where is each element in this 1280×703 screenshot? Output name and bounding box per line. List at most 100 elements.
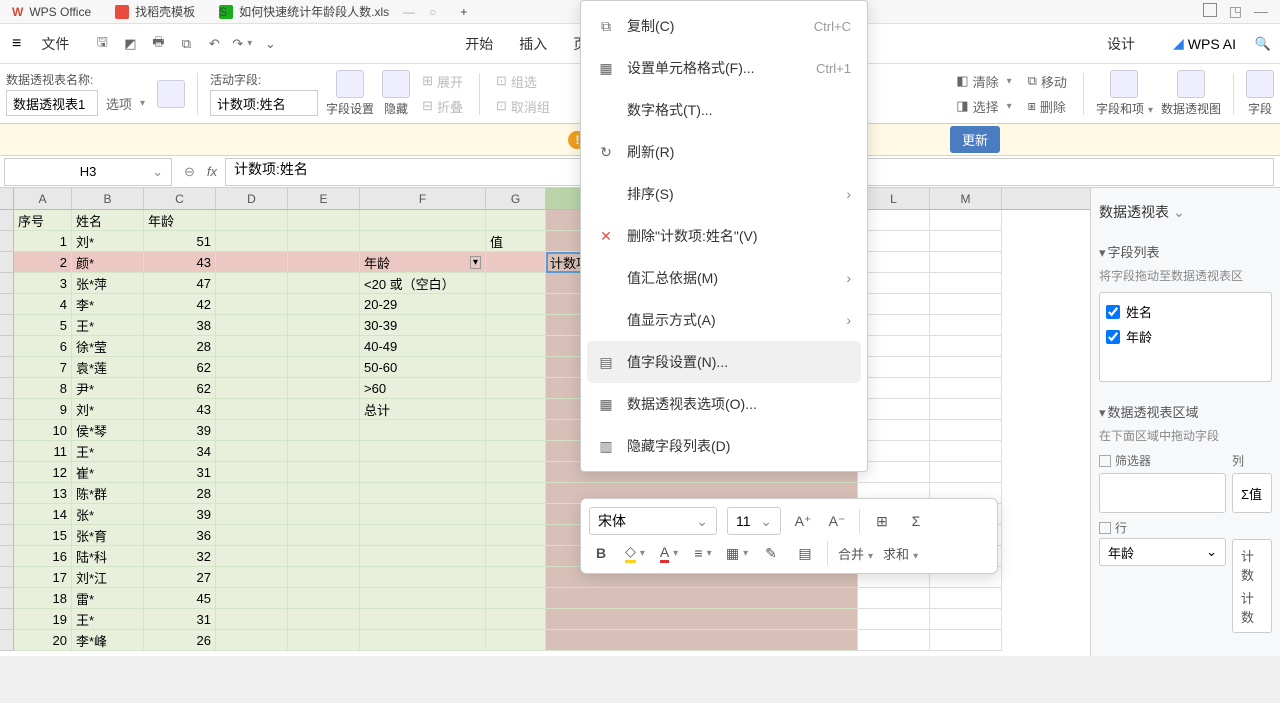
cell[interactable] [360, 231, 486, 252]
value-item-1[interactable]: 计数 [1241, 544, 1263, 586]
cell[interactable]: 47 [144, 273, 216, 294]
cell[interactable]: 15 [14, 525, 72, 546]
dropdown-icon[interactable]: ▾ [470, 256, 481, 269]
row-header[interactable] [0, 294, 14, 315]
cell[interactable] [216, 441, 288, 462]
redo-icon[interactable]: ↷ [233, 35, 251, 53]
cell[interactable] [288, 546, 360, 567]
cell[interactable] [360, 567, 486, 588]
menu-insert[interactable]: 插入 [509, 28, 557, 60]
cell[interactable]: 颜* [72, 252, 144, 273]
cell[interactable] [288, 567, 360, 588]
options-btn[interactable]: 选项 [102, 90, 149, 116]
cell[interactable]: 28 [144, 336, 216, 357]
cell[interactable] [288, 504, 360, 525]
cell[interactable] [930, 315, 1002, 336]
cell[interactable] [360, 609, 486, 630]
cell[interactable] [930, 441, 1002, 462]
row-header[interactable] [0, 441, 14, 462]
cell[interactable] [216, 399, 288, 420]
cell[interactable] [216, 273, 288, 294]
row-header[interactable] [0, 210, 14, 231]
cell[interactable] [486, 336, 546, 357]
row-header[interactable] [0, 252, 14, 273]
cell[interactable]: 30-39 [360, 315, 486, 336]
cell[interactable]: 8 [14, 378, 72, 399]
cell[interactable]: 序号 [14, 210, 72, 231]
font-increase-icon[interactable]: A⁺ [791, 509, 815, 533]
cell[interactable] [360, 210, 486, 231]
chevron-down-icon[interactable]: ⌄ [696, 513, 708, 530]
cell[interactable] [288, 315, 360, 336]
cell[interactable]: 李* [72, 294, 144, 315]
cell[interactable] [288, 588, 360, 609]
triangle-icon[interactable]: ▾ [1099, 405, 1106, 420]
font-decrease-icon[interactable]: A⁻ [825, 509, 849, 533]
cell[interactable] [486, 609, 546, 630]
cell[interactable]: 20 [14, 630, 72, 651]
cell[interactable]: 14 [14, 504, 72, 525]
cell[interactable] [288, 336, 360, 357]
search-icon[interactable]: 🔍 [1254, 35, 1272, 53]
cell[interactable] [930, 210, 1002, 231]
cell[interactable]: 雷* [72, 588, 144, 609]
spreadsheet[interactable]: A B C D E F G H L M 序号 姓名 年龄 1 刘* 51 值 2… [0, 188, 1090, 656]
col-header-l[interactable]: L [858, 188, 930, 209]
cell[interactable] [486, 273, 546, 294]
row-header[interactable] [0, 567, 14, 588]
cell[interactable]: 16 [14, 546, 72, 567]
tab-min-icon[interactable]: — [403, 5, 415, 19]
row-header[interactable] [0, 525, 14, 546]
cell[interactable] [360, 546, 486, 567]
cell[interactable] [858, 378, 930, 399]
cell[interactable] [360, 420, 486, 441]
active-field-input[interactable] [210, 90, 318, 116]
ctx-pivot-options[interactable]: ▦数据透视表选项(O)... [581, 383, 867, 425]
cell[interactable]: 28 [144, 483, 216, 504]
ctx-remove[interactable]: ✕删除"计数项:姓名"(V) [581, 215, 867, 257]
cell[interactable] [216, 525, 288, 546]
row-header[interactable] [0, 273, 14, 294]
cell[interactable] [858, 231, 930, 252]
values-col-area[interactable]: Σ值 [1232, 473, 1272, 513]
cell[interactable] [360, 630, 486, 651]
values-area[interactable]: 计数 计数 [1232, 539, 1272, 633]
border-icon[interactable]: ▦ [725, 541, 749, 565]
cell[interactable]: 51 [144, 231, 216, 252]
row-header[interactable] [0, 588, 14, 609]
clear-btn[interactable]: ◧清除 [952, 70, 1015, 93]
cell[interactable] [486, 420, 546, 441]
cell[interactable]: 43 [144, 399, 216, 420]
cell[interactable] [930, 378, 1002, 399]
filter-drop-area[interactable] [1099, 473, 1226, 513]
cell[interactable]: 45 [144, 588, 216, 609]
cell[interactable]: 9 [14, 399, 72, 420]
cell[interactable] [858, 357, 930, 378]
cell[interactable]: 32 [144, 546, 216, 567]
cell[interactable] [858, 462, 930, 483]
col-header-d[interactable]: D [216, 188, 288, 209]
cell[interactable] [216, 483, 288, 504]
col-header-b[interactable]: B [72, 188, 144, 209]
col-header-f[interactable]: F [360, 188, 486, 209]
cell[interactable]: 12 [14, 462, 72, 483]
align-icon[interactable]: ≡ [691, 541, 715, 565]
row-header[interactable] [0, 231, 14, 252]
menu-start[interactable]: 开始 [455, 28, 503, 60]
cell[interactable] [486, 504, 546, 525]
merge-split-icon[interactable]: ⊞ [870, 509, 894, 533]
row-header[interactable] [0, 630, 14, 651]
cell[interactable] [930, 294, 1002, 315]
cell[interactable]: 26 [144, 630, 216, 651]
font-color-icon[interactable]: A [657, 541, 681, 565]
cell[interactable]: 42 [144, 294, 216, 315]
cell[interactable] [858, 441, 930, 462]
row-header[interactable] [0, 462, 14, 483]
preview-icon[interactable]: ⧉ [177, 35, 195, 53]
row-header[interactable] [0, 357, 14, 378]
cell[interactable]: 陆*科 [72, 546, 144, 567]
cell[interactable]: 19 [14, 609, 72, 630]
print-icon[interactable]: 🖶 [149, 35, 167, 53]
cell[interactable]: 总计 [360, 399, 486, 420]
cell[interactable] [216, 546, 288, 567]
